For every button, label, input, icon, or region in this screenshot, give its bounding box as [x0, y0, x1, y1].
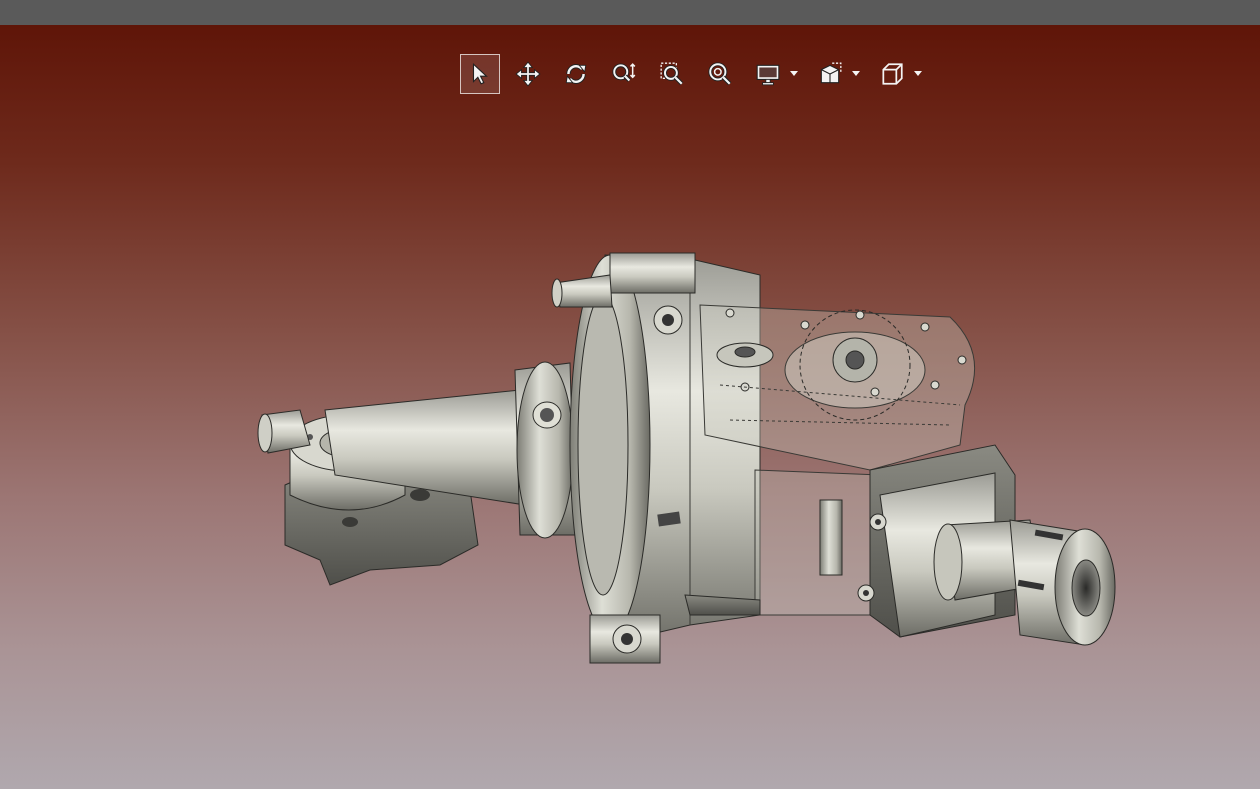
pan-tool-button[interactable] — [508, 54, 548, 94]
chevron-down-icon — [852, 71, 860, 76]
section-plane-icon — [820, 62, 842, 84]
section-view-dropdown[interactable] — [850, 54, 862, 94]
chevron-down-icon — [790, 71, 798, 76]
rotate-icon — [565, 64, 587, 84]
zoom-tool-button[interactable] — [604, 54, 644, 94]
cursor-arrow-icon — [472, 63, 488, 85]
collet-nose — [933, 519, 1116, 646]
view-toolbar — [460, 53, 934, 95]
monitor-icon — [756, 64, 780, 86]
left-nozzle — [257, 409, 311, 454]
window-titlebar — [0, 0, 1260, 25]
view-orientation-dropdown[interactable] — [912, 54, 924, 94]
chevron-down-icon — [914, 71, 922, 76]
display-mode-dropdown[interactable] — [788, 54, 800, 94]
3d-model[interactable] — [0, 25, 1260, 789]
display-mode-button[interactable] — [748, 54, 788, 94]
view-orientation-group — [872, 54, 924, 94]
section-view-group — [810, 54, 862, 94]
display-mode-group — [748, 54, 800, 94]
3d-viewport[interactable] — [0, 25, 1260, 789]
zoom-vertical-icon — [612, 63, 636, 83]
move-arrows-icon — [515, 61, 541, 87]
cube-view-icon — [882, 63, 903, 85]
section-view-button[interactable] — [810, 54, 850, 94]
zoom-fit-button[interactable] — [700, 54, 740, 94]
rotate-tool-button[interactable] — [556, 54, 596, 94]
zoom-box-icon — [660, 62, 684, 86]
view-orientation-button[interactable] — [872, 54, 912, 94]
flange-rings — [514, 361, 576, 539]
zoom-fit-icon — [708, 62, 732, 86]
select-tool-button[interactable] — [460, 54, 500, 94]
small-gear — [716, 342, 774, 368]
zoom-window-button[interactable] — [652, 54, 692, 94]
